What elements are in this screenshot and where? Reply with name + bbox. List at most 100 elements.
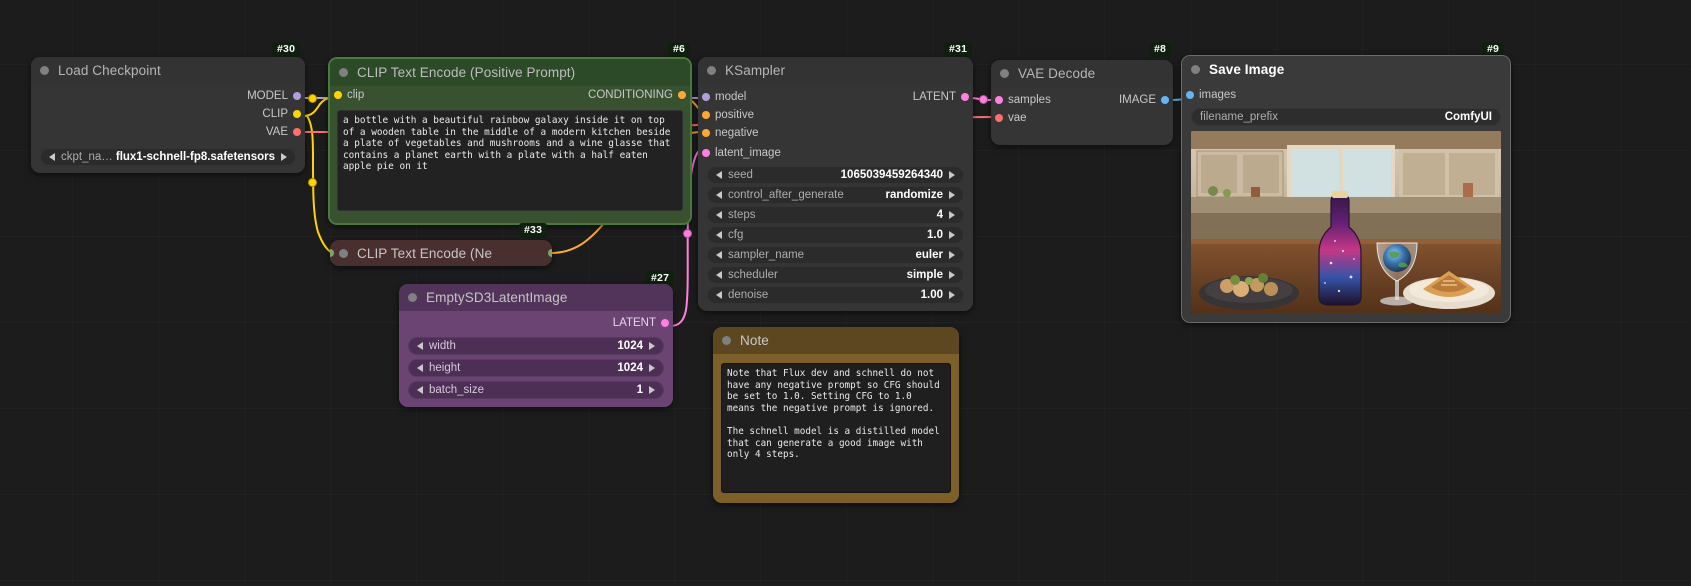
arrow-right-icon[interactable]: [949, 171, 955, 179]
collapse-dot-icon[interactable]: [1000, 69, 1009, 78]
arrow-right-icon[interactable]: [949, 211, 955, 219]
arrow-right-icon[interactable]: [949, 291, 955, 299]
node-title-bar[interactable]: CLIP Text Encode (Ne: [339, 240, 492, 266]
node-title-bar[interactable]: Note: [713, 327, 959, 354]
socket-vae-icon[interactable]: [293, 128, 301, 136]
socket-image-icon[interactable]: [1186, 91, 1194, 99]
image-preview[interactable]: [1191, 131, 1501, 313]
widget-value: 1024: [617, 340, 643, 352]
socket-clip-icon[interactable]: [293, 110, 301, 118]
arrow-right-icon[interactable]: [649, 364, 655, 372]
socket-model-icon[interactable]: [293, 92, 301, 100]
socket-vae-icon[interactable]: [995, 114, 1003, 122]
output-slot-model[interactable]: MODEL: [31, 87, 305, 105]
arrow-left-icon[interactable]: [49, 153, 55, 161]
socket-latent-icon[interactable]: [961, 93, 969, 101]
socket-conditioning-output-icon[interactable]: [548, 249, 552, 257]
node-load-checkpoint[interactable]: Load Checkpoint MODEL CLIP VAE ckpt_name…: [31, 57, 305, 173]
input-slot-samples[interactable]: samples: [991, 91, 1051, 109]
widget-control-after-generate[interactable]: control_after_generate randomize: [707, 186, 964, 204]
input-slot-model[interactable]: model: [698, 88, 746, 106]
socket-conditioning-icon[interactable]: [702, 111, 710, 119]
widget-steps[interactable]: steps 4: [707, 206, 964, 224]
arrow-right-icon[interactable]: [949, 191, 955, 199]
graph-canvas[interactable]: #30 Load Checkpoint MODEL CLIP VAE ckpt_…: [0, 0, 1691, 586]
socket-image-icon[interactable]: [1161, 96, 1169, 104]
widget-width[interactable]: width 1024: [408, 337, 664, 355]
output-slot-conditioning[interactable]: CONDITIONING: [588, 86, 690, 104]
socket-model-icon[interactable]: [702, 93, 710, 101]
note-textarea[interactable]: Note that Flux dev and schnell do not ha…: [721, 363, 951, 493]
output-slot-clip[interactable]: CLIP: [31, 105, 305, 123]
widget-label: steps: [728, 209, 756, 221]
arrow-right-icon[interactable]: [949, 251, 955, 259]
output-slot-vae[interactable]: VAE: [31, 123, 305, 141]
node-clip-text-encode-negative[interactable]: CLIP Text Encode (Ne: [330, 240, 552, 266]
collapse-dot-icon[interactable]: [707, 66, 716, 75]
output-slot-latent[interactable]: LATENT: [399, 314, 673, 332]
widget-value: flux1-schnell-fp8.safetensors: [115, 151, 275, 163]
node-title-bar[interactable]: KSampler: [698, 57, 973, 84]
widget-value: ComfyUI: [1444, 111, 1492, 123]
arrow-right-icon[interactable]: [649, 342, 655, 350]
arrow-right-icon[interactable]: [281, 153, 287, 161]
widget-sampler-name[interactable]: sampler_name euler: [707, 246, 964, 264]
output-slot-latent[interactable]: LATENT: [913, 88, 973, 106]
arrow-left-icon[interactable]: [716, 191, 722, 199]
arrow-right-icon[interactable]: [649, 386, 655, 394]
link-dot-clip: [308, 94, 317, 103]
socket-clip-input-icon[interactable]: [330, 249, 334, 257]
arrow-left-icon[interactable]: [417, 342, 423, 350]
node-title-bar[interactable]: Save Image: [1182, 56, 1510, 83]
socket-latent-icon[interactable]: [702, 149, 710, 157]
input-slot-images[interactable]: images: [1182, 86, 1510, 104]
collapse-dot-icon[interactable]: [408, 293, 417, 302]
arrow-left-icon[interactable]: [716, 231, 722, 239]
widget-ckpt-name[interactable]: ckpt_name flux1-schnell-fp8.safetensors: [40, 148, 296, 166]
arrow-left-icon[interactable]: [716, 211, 722, 219]
input-slot-positive[interactable]: positive: [698, 106, 973, 124]
widget-filename-prefix[interactable]: filename_prefix ComfyUI: [1191, 108, 1501, 126]
node-clip-text-encode-positive[interactable]: CLIP Text Encode (Positive Prompt) clip …: [328, 57, 692, 225]
node-note[interactable]: Note Note that Flux dev and schnell do n…: [713, 327, 959, 503]
widget-height[interactable]: height 1024: [408, 359, 664, 377]
arrow-left-icon[interactable]: [716, 171, 722, 179]
prompt-textarea[interactable]: a bottle with a beautiful rainbow galaxy…: [337, 110, 683, 211]
output-slot-image[interactable]: IMAGE: [1119, 91, 1173, 109]
arrow-left-icon[interactable]: [716, 251, 722, 259]
arrow-left-icon[interactable]: [417, 364, 423, 372]
widget-seed[interactable]: seed 1065039459264340: [707, 166, 964, 184]
widget-cfg[interactable]: cfg 1.0: [707, 226, 964, 244]
input-slot-vae[interactable]: vae: [991, 109, 1173, 127]
node-vae-decode[interactable]: VAE Decode samples IMAGE vae: [991, 60, 1173, 145]
socket-conditioning-icon[interactable]: [678, 91, 686, 99]
node-title-bar[interactable]: EmptySD3LatentImage: [399, 284, 673, 311]
widget-batch-size[interactable]: batch_size 1: [408, 381, 664, 399]
node-title-bar[interactable]: CLIP Text Encode (Positive Prompt): [330, 59, 690, 86]
node-save-image[interactable]: Save Image images filename_prefix ComfyU…: [1181, 55, 1511, 323]
collapse-dot-icon[interactable]: [40, 66, 49, 75]
socket-clip-icon[interactable]: [334, 91, 342, 99]
node-title-bar[interactable]: Load Checkpoint: [31, 57, 305, 84]
input-slot-latent-image[interactable]: latent_image: [698, 142, 973, 164]
widget-label: seed: [728, 169, 753, 181]
node-empty-sd3-latent-image[interactable]: EmptySD3LatentImage LATENT width 1024 he…: [399, 284, 673, 407]
widget-scheduler[interactable]: scheduler simple: [707, 266, 964, 284]
socket-latent-icon[interactable]: [995, 96, 1003, 104]
collapse-dot-icon[interactable]: [722, 336, 731, 345]
node-ksampler[interactable]: KSampler model LATENT positive negative: [698, 57, 973, 311]
arrow-right-icon[interactable]: [949, 271, 955, 279]
collapse-dot-icon[interactable]: [339, 248, 348, 258]
arrow-left-icon[interactable]: [716, 271, 722, 279]
arrow-right-icon[interactable]: [949, 231, 955, 239]
widget-denoise[interactable]: denoise 1.00: [707, 286, 964, 304]
collapse-dot-icon[interactable]: [339, 68, 348, 77]
socket-latent-icon[interactable]: [661, 319, 669, 327]
arrow-left-icon[interactable]: [716, 291, 722, 299]
collapse-dot-icon[interactable]: [1191, 65, 1200, 74]
arrow-left-icon[interactable]: [417, 386, 423, 394]
node-title-bar[interactable]: VAE Decode: [991, 60, 1173, 87]
input-slot-clip[interactable]: clip: [330, 86, 364, 104]
socket-conditioning-icon[interactable]: [702, 129, 710, 137]
input-slot-negative[interactable]: negative: [698, 124, 973, 142]
